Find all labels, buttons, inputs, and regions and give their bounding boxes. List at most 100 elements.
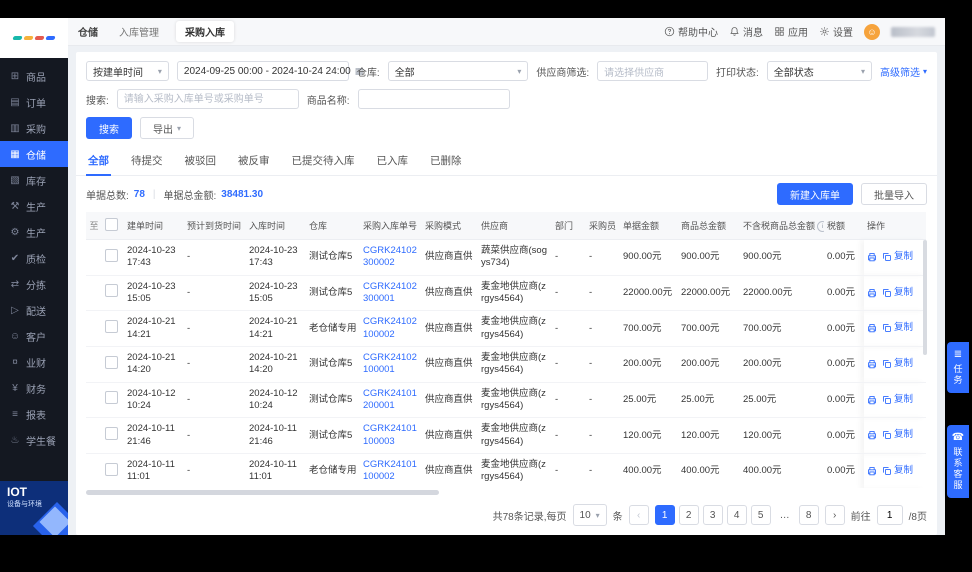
vertical-scrollbar[interactable] — [923, 240, 927, 355]
print-icon[interactable] — [867, 252, 877, 262]
status-tab-4[interactable]: 已提交待入库 — [290, 147, 357, 175]
cell-order_no[interactable]: CGRK24101100003 — [360, 418, 422, 454]
status-tab-0[interactable]: 全部 — [86, 147, 111, 175]
sidebar-item-purchase[interactable]: ▥采购 — [0, 115, 68, 141]
next-page-button[interactable]: › — [825, 505, 845, 525]
export-button[interactable]: 导出 ▾ — [140, 117, 194, 139]
sidebar-item-goods[interactable]: ⊞商品 — [0, 63, 68, 89]
status-tab-5[interactable]: 已入库 — [375, 147, 411, 175]
settings-button[interactable]: 设置 — [819, 24, 853, 39]
cell-order_no[interactable]: CGRK24101100002 — [360, 454, 422, 488]
tasks-widget[interactable]: ≣ 任务 — [947, 342, 969, 393]
search-input[interactable] — [117, 89, 299, 109]
warehouse-select[interactable]: 全部 ▾ — [388, 61, 529, 81]
print-icon[interactable] — [867, 323, 877, 333]
column-7: 部门 — [552, 212, 586, 240]
sidebar-item-label: 客户 — [26, 329, 46, 344]
copy-button[interactable]: 复制 — [882, 287, 913, 299]
apps-button[interactable]: 应用 — [774, 24, 808, 39]
cell-order_no[interactable]: CGRK24102300001 — [360, 275, 422, 311]
print-icon[interactable] — [867, 395, 877, 405]
search-button[interactable]: 搜索 — [86, 117, 132, 139]
print-icon[interactable] — [867, 359, 877, 369]
status-tab-1[interactable]: 待提交 — [129, 147, 165, 175]
breadcrumb-root[interactable]: 仓储 — [78, 24, 102, 39]
supplier-filter-select[interactable]: 请选择供应商 — [597, 61, 708, 81]
customer-service-widget[interactable]: ☎ 联系客服 — [947, 425, 969, 498]
cell-order_no[interactable]: CGRK24102300002 — [360, 240, 422, 276]
sidebar-item-production2[interactable]: ⚙生产 — [0, 219, 68, 245]
row-checkbox[interactable] — [105, 356, 118, 369]
copy-button[interactable]: 复制 — [882, 322, 913, 334]
cell-no_tax_amount: 400.00元 — [740, 454, 824, 488]
cell-select — [102, 240, 124, 276]
sidebar-item-finance[interactable]: ¥财务 — [0, 375, 68, 401]
date-range-picker[interactable]: 2024-09-25 00:00 - 2024-10-24 24:00 ▦ — [177, 61, 349, 81]
page-button-2[interactable]: 2 — [679, 505, 699, 525]
doc-amount-label: 单据总金额: — [164, 187, 217, 202]
status-tab-2[interactable]: 被驳回 — [183, 147, 219, 175]
copy-button[interactable]: 复制 — [882, 429, 913, 441]
sidebar-item-quality[interactable]: ✔质检 — [0, 245, 68, 271]
sidebar-item-delivery[interactable]: ▷配送 — [0, 297, 68, 323]
row-checkbox[interactable] — [105, 463, 118, 476]
row-checkbox[interactable] — [105, 320, 118, 333]
select-all-checkbox[interactable] — [105, 218, 118, 231]
page-size-select[interactable]: 10 ▾ — [573, 504, 607, 526]
row-checkbox[interactable] — [105, 391, 118, 404]
status-tab-6[interactable]: 已删除 — [428, 147, 464, 175]
tab-inbound-management[interactable]: 入库管理 — [110, 21, 168, 42]
cell-goods_amount: 900.00元 — [678, 240, 740, 276]
page-button-1[interactable]: 1 — [655, 505, 675, 525]
batch-import-button[interactable]: 批量导入 — [861, 183, 927, 205]
messages-button[interactable]: 消息 — [729, 24, 763, 39]
cell-order_no[interactable]: CGRK24102100002 — [360, 311, 422, 347]
prev-page-button[interactable]: ‹ — [629, 505, 649, 525]
page-button-5[interactable]: 5 — [751, 505, 771, 525]
user-avatar[interactable]: ☺ — [864, 24, 880, 40]
status-tab-3[interactable]: 被反审 — [236, 147, 272, 175]
sidebar-item-report[interactable]: ≡报表 — [0, 401, 68, 427]
sidebar-item-sorting[interactable]: ⇄分拣 — [0, 271, 68, 297]
sidebar-item-studentmeal[interactable]: ♨学生餐 — [0, 427, 68, 453]
horizontal-scrollbar[interactable] — [86, 490, 439, 495]
chevron-down-icon: ▾ — [177, 124, 181, 133]
copy-button[interactable]: 复制 — [882, 394, 913, 406]
help-center-button[interactable]: 帮助中心 — [664, 24, 718, 39]
finance-icon: ¥ — [9, 383, 21, 394]
print-icon[interactable] — [867, 288, 877, 298]
time-type-select[interactable]: 按建单时间 ▾ — [86, 61, 169, 81]
user-name-redacted[interactable] — [891, 27, 935, 37]
row-checkbox[interactable] — [105, 284, 118, 297]
goto-page-input[interactable] — [877, 505, 903, 525]
page-button-3[interactable]: 3 — [703, 505, 723, 525]
cell-fold — [86, 382, 102, 418]
sidebar-item-inventory[interactable]: ▧库存 — [0, 167, 68, 193]
sidebar-item-orders[interactable]: ▤订单 — [0, 89, 68, 115]
copy-button[interactable]: 复制 — [882, 465, 913, 477]
sidebar-item-production[interactable]: ⚒生产 — [0, 193, 68, 219]
advanced-filter-link[interactable]: 高级筛选 ▾ — [880, 64, 927, 79]
filter-section: 按建单时间 ▾ 2024-09-25 00:00 - 2024-10-24 24… — [76, 52, 937, 147]
print-icon[interactable] — [867, 466, 877, 476]
sidebar-item-warehouse[interactable]: ▦仓储 — [0, 141, 68, 167]
row-checkbox[interactable] — [105, 249, 118, 262]
tab-purchase-inbound[interactable]: 采购入库 — [176, 21, 234, 42]
cell-tax: 0.00元 — [824, 347, 864, 383]
row-checkbox[interactable] — [105, 427, 118, 440]
page-button-4[interactable]: 4 — [727, 505, 747, 525]
record-total-label: 共78条记录,每页 — [493, 508, 567, 523]
cell-warehouse: 测试仓库5 — [306, 275, 360, 311]
copy-button[interactable]: 复制 — [882, 358, 913, 370]
page-button-8[interactable]: 8 — [799, 505, 819, 525]
create-inbound-button[interactable]: 新建入库单 — [777, 183, 853, 205]
print-status-select[interactable]: 全部状态 ▾ — [767, 61, 872, 81]
sidebar-item-bizfinance[interactable]: ¤业财 — [0, 349, 68, 375]
cell-order_no[interactable]: CGRK24102100001 — [360, 347, 422, 383]
print-icon[interactable] — [867, 430, 877, 440]
cell-tax: 0.00元 — [824, 311, 864, 347]
copy-button[interactable]: 复制 — [882, 251, 913, 263]
goods-name-input[interactable] — [358, 89, 510, 109]
sidebar-item-customer[interactable]: ☺客户 — [0, 323, 68, 349]
cell-order_no[interactable]: CGRK24101200001 — [360, 382, 422, 418]
